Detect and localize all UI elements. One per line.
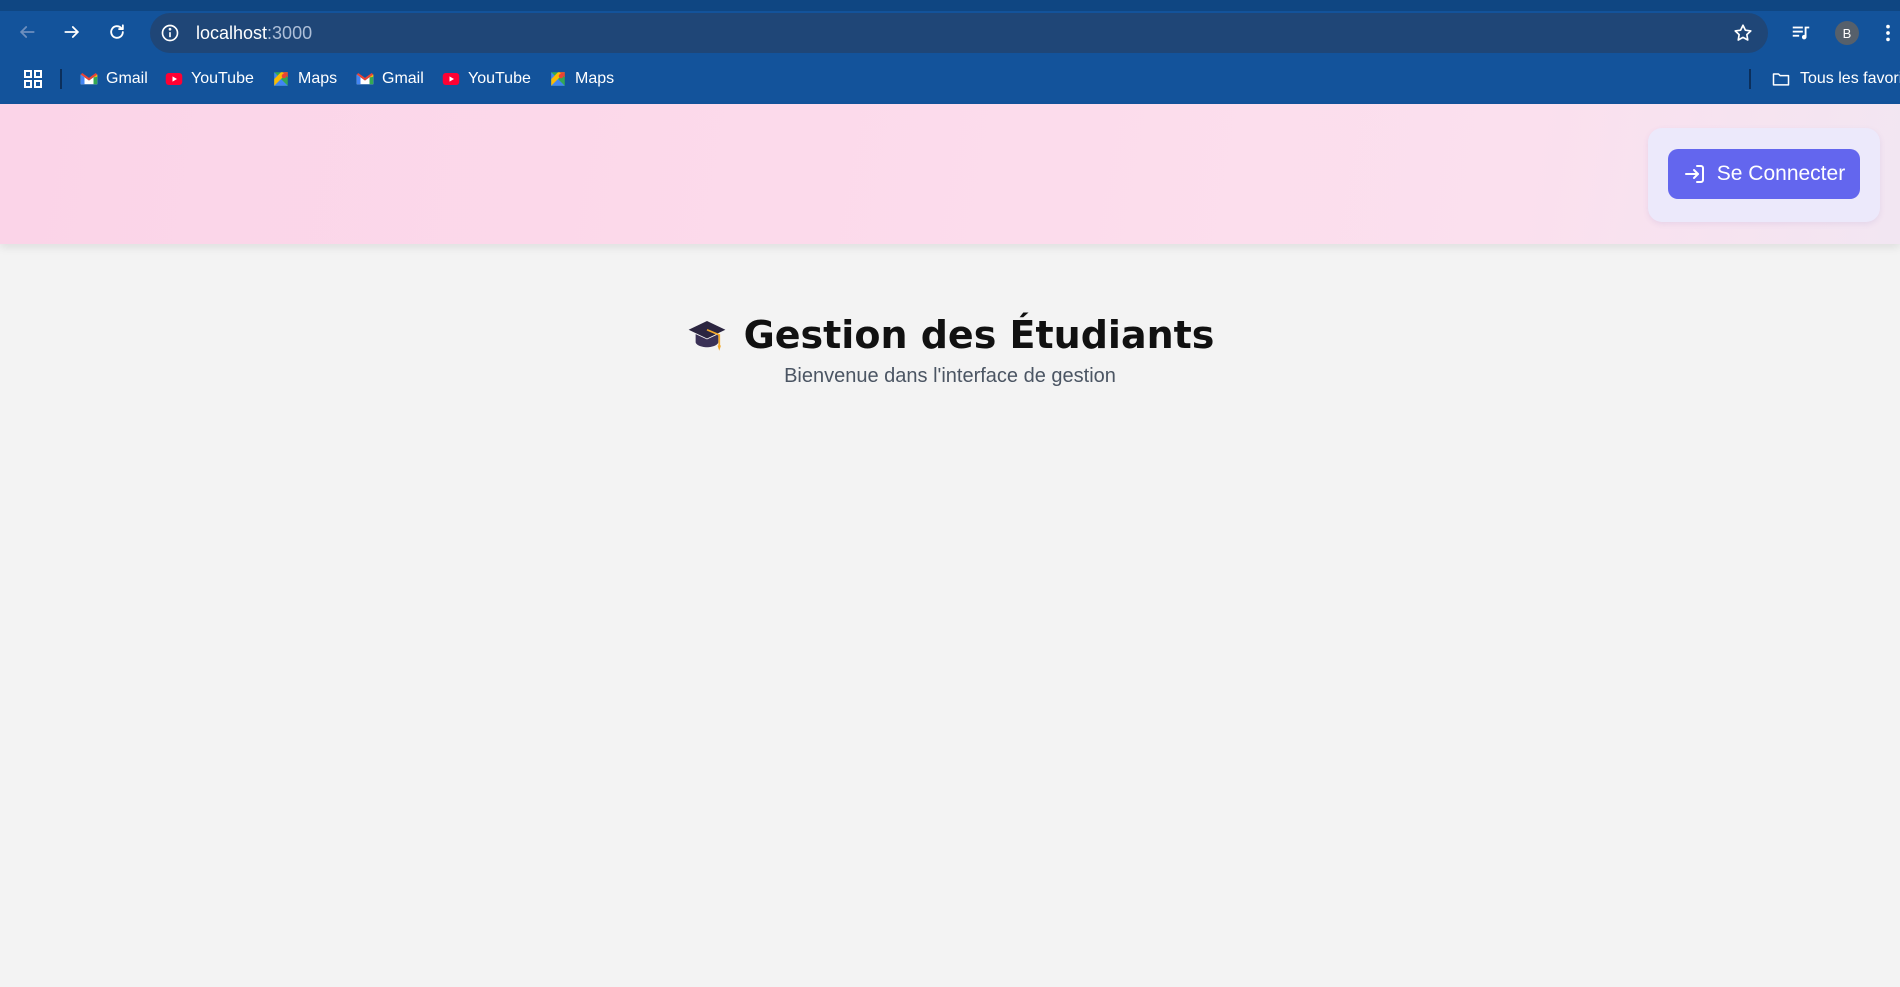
youtube-icon xyxy=(165,73,183,85)
folder-icon xyxy=(1772,73,1790,86)
browser-chrome: localhost:3000 B Gmail YouTube Maps Gmai… xyxy=(0,0,1900,104)
back-button[interactable] xyxy=(10,15,44,49)
bookmarks-divider xyxy=(60,69,62,89)
hero: Gestion des Étudiants Bienvenue dans l'i… xyxy=(0,310,1900,389)
browser-menu-button[interactable] xyxy=(1880,20,1896,46)
forward-button[interactable] xyxy=(55,15,89,49)
bookmark-youtube[interactable]: YouTube xyxy=(165,67,254,91)
youtube-icon xyxy=(442,73,460,85)
login-icon xyxy=(1684,165,1704,183)
bookmark-label: Gmail xyxy=(106,70,148,87)
queue-music-icon xyxy=(1792,26,1810,40)
login-label: Se Connecter xyxy=(1716,162,1846,185)
login-button[interactable]: Se Connecter xyxy=(1668,149,1860,199)
app-header: Se Connecter xyxy=(0,104,1900,244)
bookmark-label: YouTube xyxy=(191,70,254,87)
bookmark-maps[interactable]: Maps xyxy=(549,67,614,91)
media-controls-button[interactable] xyxy=(1788,20,1814,46)
page-title: Gestion des Étudiants xyxy=(686,310,1215,360)
bookmarks-divider xyxy=(1749,69,1751,89)
url-host: localhost xyxy=(196,23,268,43)
bookmark-gmail[interactable]: Gmail xyxy=(80,67,148,91)
reload-icon xyxy=(110,24,124,39)
url-text[interactable]: localhost:3000 xyxy=(196,23,312,43)
url-port: :3000 xyxy=(267,23,313,43)
bookmark-label: Maps xyxy=(298,70,338,87)
browser-toolbar: localhost:3000 B xyxy=(0,11,1900,54)
bookmark-label: Maps xyxy=(575,70,615,87)
page-subtitle: Bienvenue dans l'interface de gestion xyxy=(784,365,1116,387)
arrow-right-icon xyxy=(64,26,79,38)
avatar: B xyxy=(1835,21,1859,45)
more-vert-icon xyxy=(1886,24,1890,42)
page-title-text: Gestion des Étudiants xyxy=(743,313,1215,357)
gmail-icon xyxy=(80,73,98,85)
bookmarks-bar: Gmail YouTube Maps Gmail YouTube Maps To… xyxy=(0,58,1900,100)
bookmark-label: YouTube xyxy=(468,70,531,87)
page-content: Se Connecter Gestion des Étudiants Bienv… xyxy=(0,104,1900,987)
site-info-icon[interactable] xyxy=(160,23,180,43)
login-card: Se Connecter xyxy=(1648,128,1880,222)
arrow-left-icon xyxy=(20,26,35,38)
bookmark-maps[interactable]: Maps xyxy=(272,67,337,91)
graduation-cap-icon xyxy=(688,321,725,351)
gmail-icon xyxy=(356,73,374,85)
bookmark-star-icon[interactable] xyxy=(1732,22,1754,44)
reload-button[interactable] xyxy=(100,15,134,49)
apps-grid-icon[interactable] xyxy=(23,69,43,89)
all-bookmarks-label: Tous les favoris xyxy=(1800,70,1900,87)
all-bookmarks-folder[interactable]: Tous les favoris xyxy=(1771,67,1900,91)
bookmark-youtube[interactable]: YouTube xyxy=(442,67,531,91)
bookmark-label: Gmail xyxy=(382,70,424,87)
address-bar[interactable]: localhost:3000 xyxy=(150,13,1768,53)
maps-icon xyxy=(551,72,565,86)
bookmark-gmail[interactable]: Gmail xyxy=(356,67,424,91)
profile-button[interactable]: B xyxy=(1834,20,1860,46)
maps-icon xyxy=(274,72,288,86)
tab-strip xyxy=(0,0,1900,11)
